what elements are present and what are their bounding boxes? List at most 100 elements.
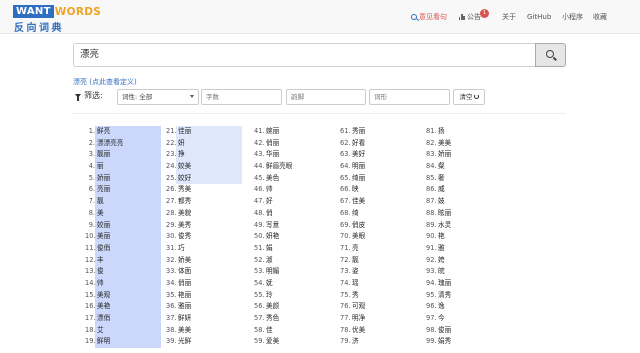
result-word-item[interactable]: 67. 佳美 <box>340 196 420 208</box>
result-word-item[interactable]: 66. 映 <box>340 184 420 196</box>
result-word-item[interactable]: 35. 艳丽 <box>166 290 246 302</box>
result-word-item[interactable]: 48. 俏 <box>254 208 334 220</box>
definition-link[interactable]: 漂亮 (点此查看定义) <box>73 77 137 87</box>
result-word-item[interactable]: 39. 光鲜 <box>166 336 246 348</box>
result-word-item[interactable]: 62. 好看 <box>340 138 420 150</box>
result-word-item[interactable]: 83. 娇丽 <box>426 149 506 161</box>
result-word-item[interactable]: 18. 艾 <box>85 324 165 337</box>
nav-notice-link[interactable]: 公告 1 <box>459 0 490 34</box>
result-word-item[interactable]: 71. 亮 <box>340 243 420 255</box>
result-word-item[interactable]: 74. 瑶 <box>340 278 420 290</box>
result-word-item[interactable]: 81. 扬 <box>426 126 506 138</box>
result-word-item[interactable]: 34. 俏丽 <box>166 278 246 290</box>
result-word-item[interactable]: 82. 美美 <box>426 138 506 150</box>
result-word-item[interactable]: 85. 奢 <box>426 173 506 185</box>
result-word-item[interactable]: 27. 都秀 <box>166 196 246 208</box>
result-word-item[interactable]: 50. 妍艳 <box>254 231 334 243</box>
result-word-item[interactable]: 59. 爱美 <box>254 336 334 348</box>
result-word-item[interactable]: 13. 俊 <box>85 266 165 278</box>
word-form-input[interactable]: 词形 <box>369 89 450 105</box>
result-word-item[interactable]: 94. 瑰丽 <box>426 278 506 290</box>
result-word-item[interactable]: 91. 雅 <box>426 243 506 255</box>
result-word-item[interactable]: 54. 妩 <box>254 278 334 290</box>
result-word-item[interactable]: 77. 明净 <box>340 313 420 325</box>
nav-about-link[interactable]: 关于 <box>502 0 516 34</box>
result-word-item[interactable]: 53. 明媚 <box>254 266 334 278</box>
result-word-item[interactable]: 55. 玲 <box>254 290 334 302</box>
result-word-item[interactable]: 19. 鲜明 <box>85 336 165 349</box>
result-word-item[interactable]: 90. 艳 <box>426 231 506 243</box>
result-word-item[interactable]: 84. 粲 <box>426 161 506 173</box>
result-word-item[interactable]: 7. 靓 <box>85 196 165 208</box>
result-word-item[interactable]: 93. 皖 <box>426 266 506 278</box>
result-word-item[interactable]: 3. 靓丽 <box>85 149 165 162</box>
result-word-item[interactable]: 89. 水灵 <box>426 220 506 232</box>
result-word-item[interactable]: 24. 姣美 <box>166 161 246 173</box>
result-word-item[interactable]: 30. 俊秀 <box>166 231 246 243</box>
nav-miniprogram-link[interactable]: 小程序 <box>562 0 583 34</box>
result-word-item[interactable]: 65. 绮丽 <box>340 173 420 185</box>
part-of-speech-select[interactable]: 词性: 全部 <box>117 89 199 105</box>
result-word-item[interactable]: 32. 娇美 <box>166 255 246 267</box>
result-word-item[interactable]: 76. 可观 <box>340 301 420 313</box>
result-word-item[interactable]: 21. 佳丽 <box>166 126 246 138</box>
result-word-item[interactable]: 75. 秀 <box>340 290 420 302</box>
result-word-item[interactable]: 56. 美颜 <box>254 301 334 313</box>
result-word-item[interactable]: 61. 秀丽 <box>340 126 420 138</box>
result-word-item[interactable]: 69. 俏皮 <box>340 220 420 232</box>
result-word-item[interactable]: 9. 姣丽 <box>85 219 165 232</box>
result-word-item[interactable]: 38. 美美 <box>166 325 246 337</box>
result-word-item[interactable]: 8. 美 <box>85 207 165 220</box>
rhyme-input[interactable]: 韵脚 <box>286 89 366 105</box>
result-word-item[interactable]: 33. 体面 <box>166 266 246 278</box>
search-button[interactable] <box>535 43 566 67</box>
nav-favorite-link[interactable]: 收藏 <box>593 0 607 34</box>
result-word-item[interactable]: 45. 美色 <box>254 173 334 185</box>
result-word-item[interactable]: 95. 清秀 <box>426 290 506 302</box>
result-word-item[interactable]: 87. 妓 <box>426 196 506 208</box>
result-word-item[interactable]: 2. 漂漂亮亮 <box>85 137 165 150</box>
result-word-item[interactable]: 41. 婉丽 <box>254 126 334 138</box>
char-count-input[interactable]: 字数 <box>201 89 282 105</box>
search-input[interactable]: 漂亮 <box>73 43 536 67</box>
result-word-item[interactable]: 29. 美秀 <box>166 220 246 232</box>
nav-github-link[interactable]: GitHub <box>527 0 551 34</box>
result-word-item[interactable]: 72. 靓 <box>340 255 420 267</box>
result-word-item[interactable]: 5. 娇丽 <box>85 172 165 185</box>
result-word-item[interactable]: 88. 眩丽 <box>426 208 506 220</box>
result-word-item[interactable]: 22. 妍 <box>166 137 246 150</box>
result-word-item[interactable]: 70. 美眼 <box>340 231 420 243</box>
result-word-item[interactable]: 4. 丽 <box>85 161 165 173</box>
result-word-item[interactable]: 43. 华丽 <box>254 149 334 161</box>
result-word-item[interactable]: 6. 亮丽 <box>85 184 165 197</box>
result-word-item[interactable]: 31. 巧 <box>166 243 246 255</box>
result-word-item[interactable]: 51. 娟 <box>254 243 334 255</box>
result-word-item[interactable]: 16. 美艳 <box>85 301 165 313</box>
result-word-item[interactable]: 73. 姿 <box>340 266 420 278</box>
result-word-item[interactable]: 79. 济 <box>340 336 420 348</box>
result-word-item[interactable]: 37. 鲜妍 <box>166 313 246 325</box>
result-word-item[interactable]: 78. 优美 <box>340 325 420 337</box>
result-word-item[interactable]: 23. 挣 <box>166 149 246 162</box>
result-word-item[interactable]: 68. 绮 <box>340 208 420 220</box>
result-word-item[interactable]: 47. 好 <box>254 196 334 208</box>
result-word-item[interactable]: 57. 秀色 <box>254 313 334 325</box>
result-word-item[interactable]: 42. 俏丽 <box>254 138 334 150</box>
result-word-item[interactable]: 11. 俊俏 <box>85 242 165 255</box>
result-word-item[interactable]: 25. 姣好 <box>166 172 246 185</box>
result-word-item[interactable]: 36. 雅丽 <box>166 301 246 313</box>
result-word-item[interactable]: 10. 美丽 <box>85 231 165 243</box>
result-word-item[interactable]: 1. 鲜亮 <box>85 126 165 138</box>
nav-feedback-link[interactable]: 意见看句 <box>411 0 447 34</box>
result-word-item[interactable]: 15. 美观 <box>85 289 165 302</box>
result-word-item[interactable]: 58. 佳 <box>254 325 334 337</box>
clear-button[interactable]: 清空 <box>453 89 485 105</box>
result-word-item[interactable]: 64. 明丽 <box>340 161 420 173</box>
result-word-item[interactable]: 49. 写意 <box>254 220 334 232</box>
result-word-item[interactable]: 12. 丰 <box>85 254 165 267</box>
result-word-item[interactable]: 92. 姱 <box>426 255 506 267</box>
result-word-item[interactable]: 44. 鲜眉亮眼 <box>254 161 334 173</box>
result-word-item[interactable]: 14. 帅 <box>85 277 165 290</box>
result-word-item[interactable]: 86. 威 <box>426 184 506 196</box>
result-word-item[interactable]: 28. 美貌 <box>166 208 246 220</box>
